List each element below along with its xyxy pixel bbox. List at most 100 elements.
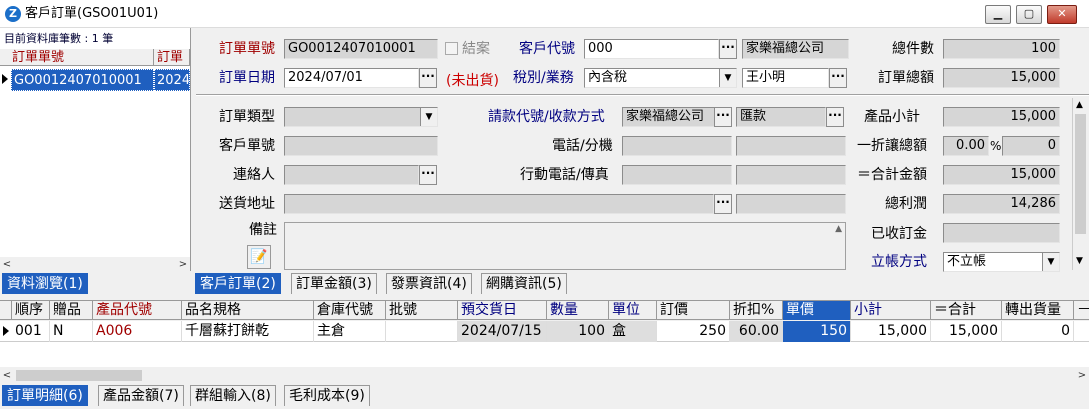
ellipsis-icon: ··· bbox=[716, 108, 730, 122]
grid-col-unit[interactable]: 單位 bbox=[609, 301, 657, 320]
tax-type-select[interactable]: 內含稅 ▼ bbox=[584, 68, 737, 88]
list-item[interactable]: GO0012407010001 2024 bbox=[0, 69, 190, 91]
grid-col-subtotal[interactable]: 小計 bbox=[851, 301, 931, 320]
order-date-field[interactable]: 2024/07/01 bbox=[284, 68, 419, 88]
chevron-down-icon[interactable]: ▼ bbox=[719, 69, 736, 87]
scroll-left-icon[interactable]: < bbox=[0, 368, 14, 383]
address-field[interactable] bbox=[284, 194, 714, 214]
cell-subtotal[interactable]: 15,000 bbox=[851, 321, 931, 342]
cell-warehouse[interactable]: 主倉 bbox=[314, 321, 386, 342]
phone-field[interactable] bbox=[622, 136, 732, 156]
extension-field[interactable] bbox=[736, 136, 846, 156]
contact-label: 連絡人 bbox=[233, 167, 275, 183]
grid-col-batch[interactable]: 批號 bbox=[386, 301, 458, 320]
payment-lookup-button[interactable]: ··· bbox=[826, 107, 844, 127]
order-type-select[interactable]: ▼ bbox=[284, 107, 438, 127]
ellipsis-icon: ··· bbox=[421, 69, 435, 83]
grid-col-warehouse[interactable]: 倉庫代號 bbox=[314, 301, 386, 320]
tab-group-input[interactable]: 群組輸入(8) bbox=[190, 385, 276, 406]
header-separator bbox=[196, 94, 1089, 96]
list-col-order-no[interactable]: 訂單單號 bbox=[0, 49, 154, 66]
cell-quantity[interactable]: 100 bbox=[547, 321, 609, 342]
list-hscrollbar[interactable]: < > bbox=[0, 257, 190, 272]
cell-gift[interactable]: N bbox=[50, 321, 93, 342]
grid-col-gift[interactable]: 贈品 bbox=[50, 301, 93, 320]
notes-textarea[interactable]: ▲ bbox=[284, 222, 846, 270]
scroll-up-icon[interactable]: ▲ bbox=[1076, 100, 1083, 110]
close-button[interactable]: ✕ bbox=[1047, 5, 1077, 24]
billing-code-field[interactable]: 家樂福總公司 bbox=[622, 107, 716, 127]
tab-order-detail[interactable]: 訂單明細(6) bbox=[2, 385, 88, 406]
grid-col-delivery-date[interactable]: 預交貨日 bbox=[458, 301, 547, 320]
cell-list-price[interactable]: 250 bbox=[657, 321, 730, 342]
cell-more[interactable] bbox=[1074, 321, 1089, 342]
grid-col-product-code[interactable]: 產品代號 bbox=[93, 301, 182, 320]
contact-lookup-button[interactable]: ··· bbox=[419, 165, 437, 185]
salesperson-field[interactable]: 王小明 bbox=[742, 68, 829, 88]
account-method-select[interactable]: 不立帳 ▼ bbox=[943, 252, 1060, 272]
scroll-down-icon[interactable]: ▼ bbox=[1076, 256, 1083, 266]
detail-vscrollbar[interactable]: ▲ ▼ bbox=[1072, 98, 1088, 270]
scroll-right-icon[interactable]: > bbox=[176, 257, 190, 272]
grid-col-unit-price[interactable]: 單價 bbox=[783, 301, 851, 320]
grid-col-quantity[interactable]: 數量 bbox=[547, 301, 609, 320]
tab-gross-cost[interactable]: 毛利成本(9) bbox=[284, 385, 370, 406]
maximize-button[interactable]: ▢ bbox=[1016, 5, 1042, 24]
address-lookup-button[interactable]: ··· bbox=[714, 194, 732, 214]
grid-col-seq[interactable]: 順序 bbox=[12, 301, 50, 320]
billing-label: 請款代號/收款方式 bbox=[488, 109, 605, 125]
cell-shipped-qty[interactable]: 0 bbox=[1002, 321, 1074, 342]
minimize-button[interactable]: ▁ bbox=[985, 5, 1011, 24]
address-extra-field[interactable] bbox=[736, 194, 846, 214]
grid-hscrollbar[interactable]: < > bbox=[0, 368, 1089, 383]
closed-checkbox[interactable] bbox=[445, 42, 458, 55]
cell-unit[interactable]: 盒 bbox=[609, 321, 657, 342]
cell-discount[interactable]: 60.00 bbox=[730, 321, 783, 342]
cell-product-code[interactable]: A006 bbox=[93, 321, 182, 342]
notes-label: 備註 bbox=[249, 222, 277, 238]
cell-total[interactable]: 15,000 bbox=[931, 321, 1002, 342]
grid-col-product-name[interactable]: 品名規格 bbox=[182, 301, 314, 320]
tab-browse[interactable]: 資料瀏覽(1) bbox=[2, 273, 88, 294]
tab-order-amount[interactable]: 訂單金額(3) bbox=[291, 273, 377, 294]
discount-amount-field[interactable]: 0 bbox=[1002, 136, 1060, 156]
order-date-picker-button[interactable]: ··· bbox=[419, 68, 437, 88]
grid-col-total[interactable]: ＝合計 bbox=[931, 301, 1002, 320]
cell-batch[interactable] bbox=[386, 321, 458, 342]
billing-lookup-button[interactable]: ··· bbox=[714, 107, 732, 127]
fax-field[interactable] bbox=[736, 165, 846, 185]
contact-field[interactable] bbox=[284, 165, 419, 185]
cell-unit-price[interactable]: 150 bbox=[783, 321, 851, 342]
tab-product-amount[interactable]: 產品金額(7) bbox=[98, 385, 184, 406]
scroll-thumb[interactable] bbox=[1075, 114, 1086, 234]
chevron-down-icon[interactable]: ▼ bbox=[420, 108, 437, 126]
customer-order-no-field[interactable] bbox=[284, 136, 438, 156]
customer-code-field[interactable]: 000 bbox=[584, 39, 719, 59]
salesperson-lookup-button[interactable]: ··· bbox=[829, 68, 847, 88]
mobile-field[interactable] bbox=[622, 165, 732, 185]
order-no-field[interactable]: GO0012407010001 bbox=[284, 39, 438, 59]
payment-method-field[interactable]: 匯款 bbox=[736, 107, 826, 127]
grid-col-shipped-qty[interactable]: 轉出貨量 bbox=[1002, 301, 1074, 320]
chevron-down-icon[interactable]: ▼ bbox=[1042, 253, 1059, 271]
tab-customer-order[interactable]: 客戶訂單(2) bbox=[195, 273, 281, 294]
tab-online-order-info[interactable]: 網購資訊(5) bbox=[481, 273, 567, 294]
cell-seq[interactable]: 001 bbox=[12, 321, 50, 342]
list-cell-order-no[interactable]: GO0012407010001 bbox=[11, 69, 154, 91]
cell-delivery-date[interactable]: 2024/07/15 bbox=[458, 321, 547, 342]
grid-col-discount[interactable]: 折扣% bbox=[730, 301, 783, 320]
table-row[interactable]: 001 N A006 千層蘇打餅乾 主倉 2024/07/15 100 盒 25… bbox=[0, 321, 1089, 342]
scroll-left-icon[interactable]: < bbox=[0, 257, 14, 272]
grid-col-list-price[interactable]: 訂價 bbox=[657, 301, 730, 320]
notes-editor-button[interactable]: 📝 bbox=[247, 245, 271, 269]
scroll-right-icon[interactable]: > bbox=[1075, 368, 1089, 383]
customer-lookup-button[interactable]: ··· bbox=[719, 39, 737, 59]
discount-percent-field[interactable]: 0.00 bbox=[943, 136, 989, 156]
list-cell-order-date[interactable]: 2024 bbox=[154, 69, 190, 91]
cell-product-name[interactable]: 千層蘇打餅乾 bbox=[182, 321, 314, 342]
grid-scroll-thumb[interactable] bbox=[16, 370, 142, 381]
chevron-up-icon[interactable]: ▲ bbox=[835, 224, 842, 234]
tab-invoice-info[interactable]: 發票資訊(4) bbox=[386, 273, 472, 294]
list-col-order-date[interactable]: 訂單 bbox=[154, 49, 190, 66]
grid-col-more[interactable]: － bbox=[1074, 301, 1089, 320]
